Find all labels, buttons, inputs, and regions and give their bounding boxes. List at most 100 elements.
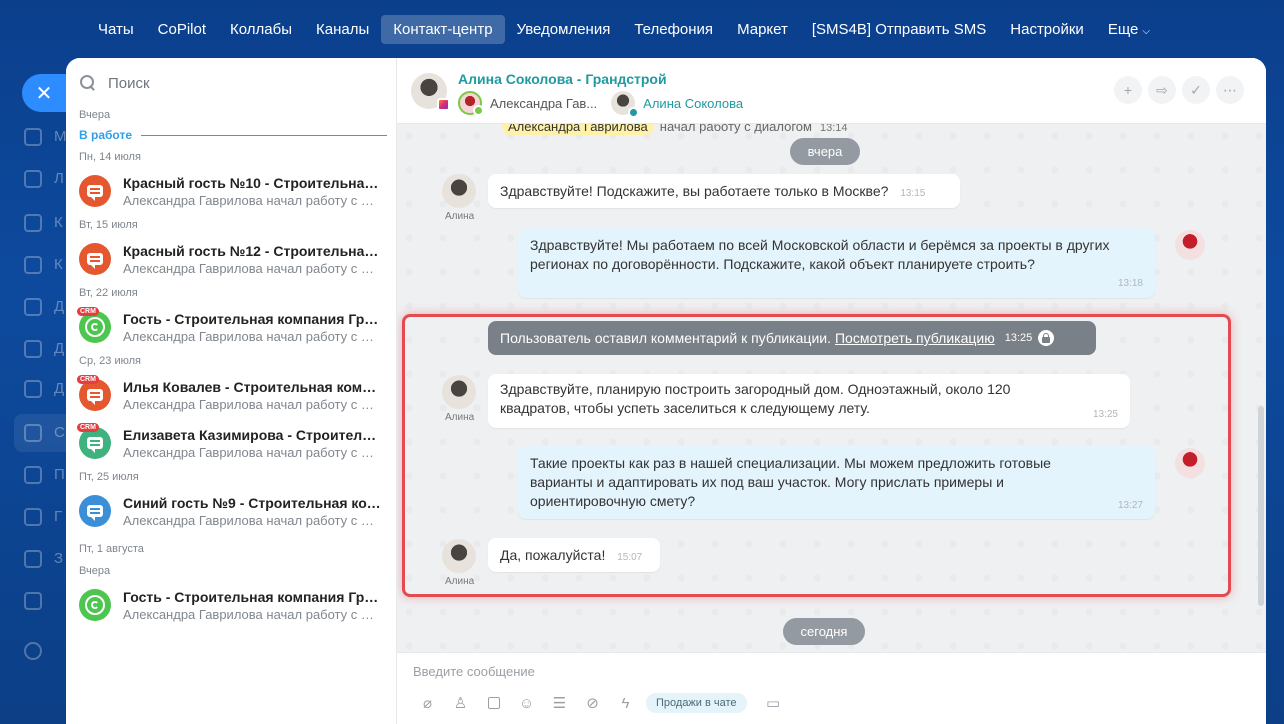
dialog-title[interactable]: Алина Соколова - Грандстрой [458,71,667,87]
nav-collabs[interactable]: Коллабы [218,15,304,44]
nav-notifications[interactable]: Уведомления [505,15,623,44]
hide-icon[interactable]: ⊘ [576,693,609,713]
nav-more[interactable]: Еще ⌵ [1096,15,1162,44]
template-icon[interactable]: ☰ [543,693,576,713]
chat-avatar: CRM [77,423,111,459]
sales-in-chat-button[interactable]: Продажи в чате [646,693,747,713]
message-composer: Введите сообщение ⌀ ♙ ☺ ☰ ⊘ ϟ Продажи в … [397,652,1266,724]
add-user-button[interactable]: + [1114,76,1142,104]
avatar[interactable] [458,91,484,116]
chat-list: Поиск Вчера В работе Пн, 14 июля Красный… [66,58,397,724]
message-bubble[interactable]: Такие проекты как раз в нашей специализа… [518,446,1155,519]
user-icon[interactable]: ♙ [444,693,477,713]
chat-avatar [79,243,111,275]
header-actions: + ⇨ ✓ ⋯ [1114,76,1244,104]
search-bar[interactable]: Поиск [66,58,396,108]
sidebar-filter-icon[interactable] [24,424,42,442]
chat-preview: Александра Гаврилова начал работу с ди..… [123,606,381,622]
chat-list-item[interactable]: Синий гость №9 - Строительная ком... Але… [66,488,396,534]
sidebar-hex-icon[interactable] [24,214,42,232]
sidebar-board-icon[interactable] [24,340,42,358]
chat-list-item[interactable]: CRM Елизавета Казимирова - Строительн...… [66,420,396,466]
message-bubble[interactable]: Здравствуйте! Подскажите, вы работаете т… [488,174,960,208]
sidebar-group-icon[interactable] [24,508,42,526]
chat-preview: Александра Гаврилова начал работу с ди..… [123,260,381,276]
sidebar-calendar2-icon[interactable] [24,592,42,610]
message-time: 13:25 [1004,332,1033,344]
message-input[interactable]: Введите сообщение [413,664,535,679]
message-time: 13:18 [1117,278,1143,289]
participant-name[interactable]: Александра Гав... [490,96,597,111]
message-text: Здравствуйте, планирую построить загород… [500,381,1011,416]
nav-chats[interactable]: Чаты [86,15,146,44]
chat-title: Гость - Строительная компания Гран... [123,310,381,327]
nav-sms4b[interactable]: [SMS4B] Отправить SMS [800,15,998,44]
message-area[interactable]: Александра Гаврилова начал работу с диало… [397,124,1266,652]
lightning-icon[interactable]: ϟ [609,693,642,713]
screen-icon[interactable]: ▭ [757,693,790,713]
nav-settings[interactable]: Настройки [998,15,1096,44]
message-time: 13:27 [1117,500,1143,511]
avatar[interactable] [442,174,476,208]
smile-icon[interactable]: ☺ [510,693,543,713]
channel-icon [628,107,640,118]
avatar[interactable] [442,539,476,573]
sidebar-letter: Л [54,170,64,187]
chat-bubble-icon [87,253,103,269]
sidebar-letter: Д [54,340,65,357]
system-message: Александра Гаврилова начал работу с диало… [502,124,848,135]
message-time: 13:14 [819,124,848,134]
search-input[interactable]: Поиск [108,75,150,92]
whatsapp-icon [85,595,105,615]
participant-name[interactable]: Алина Соколова [643,96,743,111]
chat-list-item[interactable]: Гость - Строительная компания Гран... Ал… [66,582,396,628]
sidebar-letter: К [54,214,63,231]
sidebar-calendar-icon[interactable] [24,256,42,274]
message-bubble[interactable]: Здравствуйте, планирую построить загород… [488,374,1130,428]
sidebar-file-icon[interactable] [24,298,42,316]
nav-copilot[interactable]: CoPilot [146,15,218,44]
system-text: начал работу с диалогом [659,124,812,134]
sidebar-task-icon[interactable] [24,550,42,568]
sidebar-chat-icon[interactable] [24,128,42,146]
chat-title: Красный гость №10 - Строительная к... [123,174,381,191]
sidebar-letter: М [54,128,67,145]
avatar[interactable] [1175,448,1205,478]
sidebar-card-icon[interactable] [24,380,42,398]
forward-button[interactable]: ⇨ [1148,76,1176,104]
chat-title: Илья Ковалев - Строительная компа... [123,378,381,395]
sidebar-mail-icon[interactable] [24,466,42,484]
nav-contact-center[interactable]: Контакт-центр [381,14,505,44]
section-date: Пт, 1 августа [79,543,144,555]
sidebar-letter: Д [54,380,65,397]
message-bubble[interactable]: Здравствуйте! Мы работаем по всей Москов… [518,228,1155,298]
chat-list-item[interactable]: CRM Гость - Строительная компания Гран..… [66,304,396,350]
chat-list-item[interactable]: Красный гость №10 - Строительная к... Ал… [66,168,396,214]
view-publication-link[interactable]: Посмотреть публикацию [835,330,995,346]
message-time: 13:15 [900,188,926,199]
nav-market[interactable]: Маркет [725,15,800,44]
section-date: Вчера [79,109,111,121]
chat-title: Синий гость №9 - Строительная ком... [123,494,381,511]
chat-list-item[interactable]: CRM Илья Ковалев - Строительная компа...… [66,372,396,418]
sidebar-settings-icon[interactable] [24,642,42,660]
top-navigation: Чаты CoPilot Коллабы Каналы Контакт-цент… [0,0,1284,58]
avatar[interactable] [611,91,640,118]
more-button[interactable]: ⋯ [1216,76,1244,104]
nav-telephony[interactable]: Телефония [622,15,725,44]
message-bubble[interactable]: Да, пожалуйста! 15:07 [488,538,660,572]
sender-label: Алина [445,576,475,587]
sidebar-doc-icon[interactable] [24,170,42,188]
search-icon [80,75,96,91]
scrollbar[interactable] [1258,406,1264,606]
paperclip-icon[interactable]: ⌀ [411,693,444,713]
command-icon[interactable] [477,693,510,713]
finish-dialog-button[interactable]: ✓ [1182,76,1210,104]
avatar[interactable] [411,73,450,111]
nav-channels[interactable]: Каналы [304,15,381,44]
close-icon[interactable]: ✕ [22,74,66,112]
chat-list-item[interactable]: Красный гость №12 - Строительная к... Ал… [66,236,396,282]
sidebar-letter: З [54,550,64,567]
avatar[interactable] [1175,230,1205,260]
avatar[interactable] [442,375,476,409]
